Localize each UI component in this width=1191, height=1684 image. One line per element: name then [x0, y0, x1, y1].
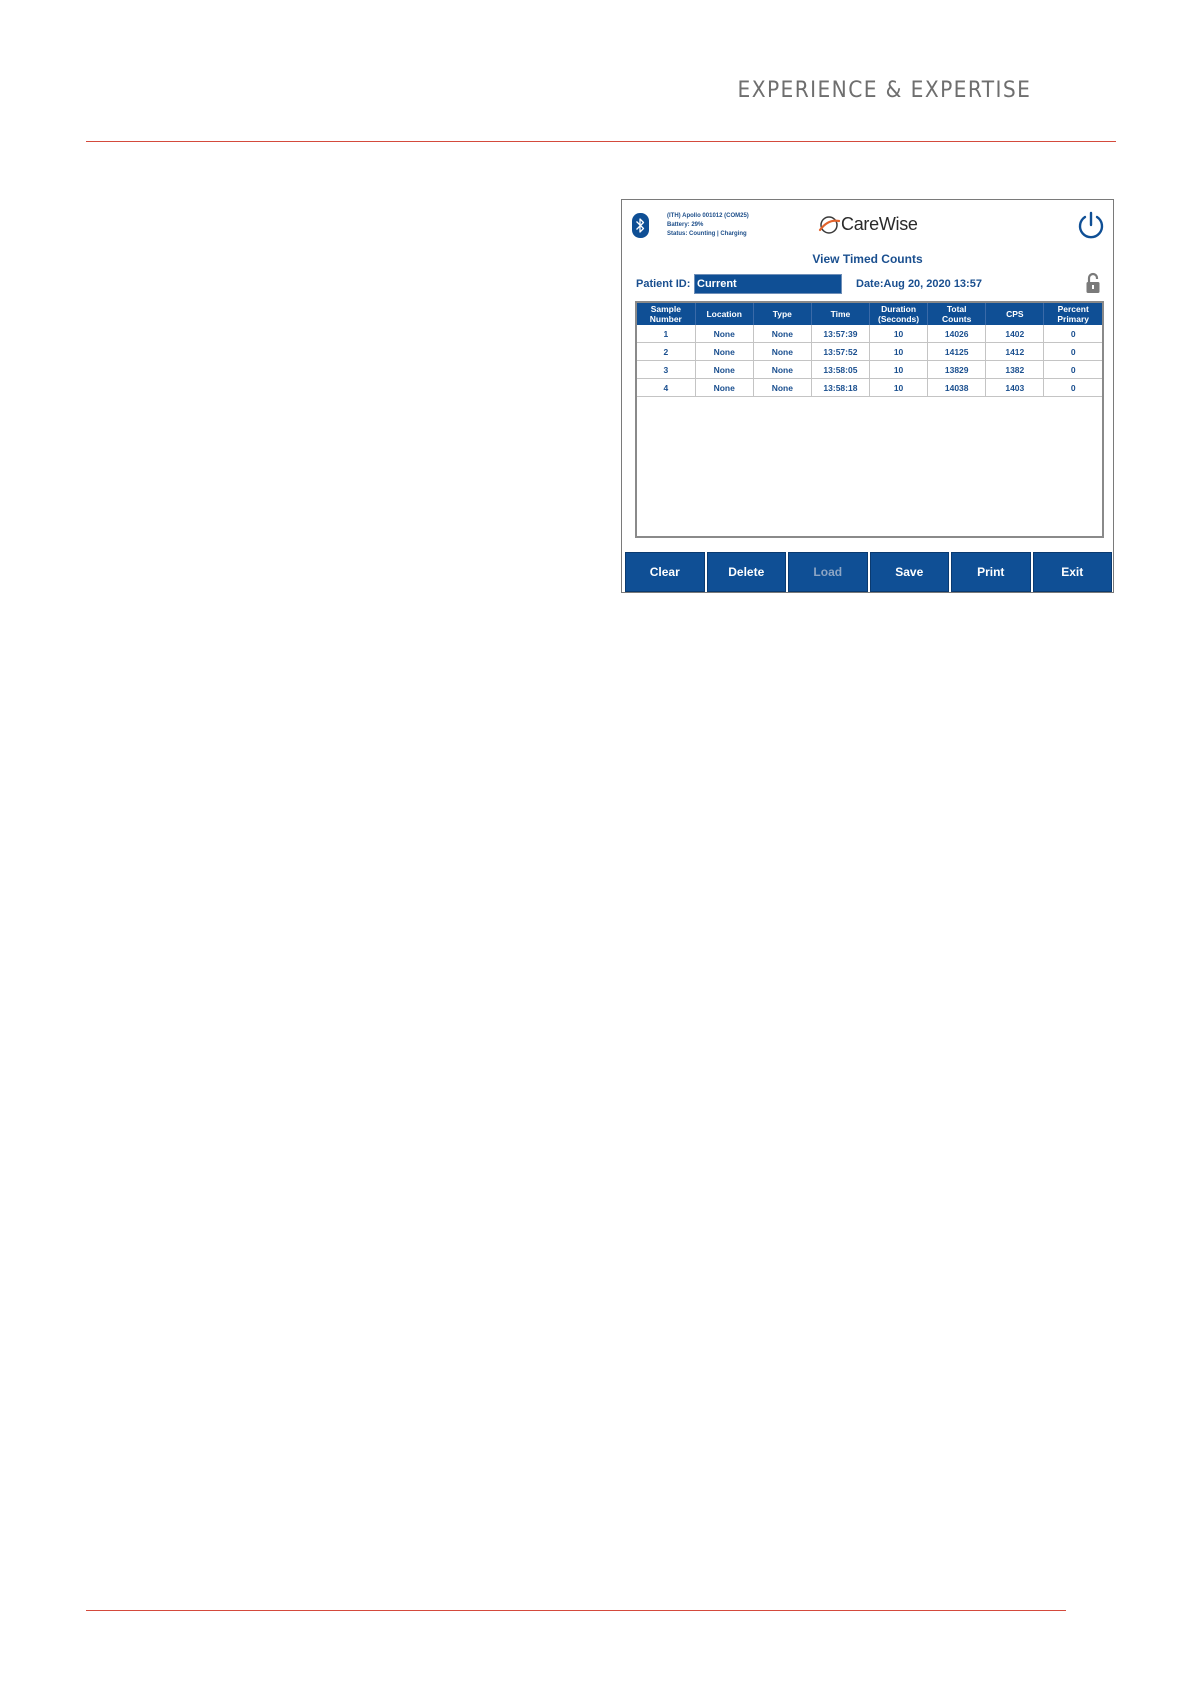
table-cell: 13:57:39	[811, 325, 871, 343]
table-cell: 4	[637, 378, 696, 397]
table-cell: 0	[1043, 325, 1102, 343]
table-cell: None	[753, 342, 812, 361]
table-row[interactable]: 2 None None 13:57:52 10 14125 1412 0	[637, 342, 1102, 361]
table-cell: 2	[637, 342, 696, 361]
table-cell: 13829	[927, 360, 987, 379]
table-cell: None	[695, 325, 754, 343]
table-cell: None	[695, 342, 754, 361]
header-divider	[86, 141, 1116, 142]
table-header-row: Sample Number Location Type Time Duration…	[637, 303, 1102, 325]
column-header[interactable]: Duration (Seconds)	[869, 303, 929, 325]
table-cell: 10	[869, 360, 929, 379]
column-header[interactable]: Type	[753, 303, 812, 325]
table-cell: 1402	[985, 325, 1045, 343]
screen-title: View Timed Counts	[812, 252, 923, 266]
column-header[interactable]: Sample Number	[637, 303, 696, 325]
bluetooth-icon[interactable]	[632, 213, 649, 238]
status-text: Status: Counting | Charging	[667, 231, 747, 237]
unlock-icon[interactable]	[1085, 272, 1101, 294]
table-cell: 13:58:18	[811, 378, 871, 397]
table-cell: 3	[637, 360, 696, 379]
delete-button[interactable]: Delete	[706, 552, 786, 592]
footer-divider	[86, 1610, 1066, 1611]
date-display: Date:Aug 20, 2020 13:57	[856, 278, 982, 290]
table-row[interactable]: 3 None None 13:58:05 10 13829 1382 0	[637, 360, 1102, 379]
table-cell: 10	[869, 378, 929, 397]
column-header[interactable]: Total Counts	[927, 303, 987, 325]
bluetooth-glyph	[636, 218, 645, 233]
table-cell: None	[695, 360, 754, 379]
device-status: (ITH) Apollo 001012 (COM25) Battery: 29%…	[667, 212, 749, 239]
exit-button[interactable]: Exit	[1032, 552, 1112, 592]
carewise-logo-icon	[818, 215, 840, 234]
table-row[interactable]: 4 None None 13:58:18 10 14038 1403 0	[637, 378, 1102, 397]
page-header-title: EXPERIENCE & EXPERTISE	[737, 78, 1031, 103]
load-button[interactable]: Load	[788, 552, 868, 592]
table-cell: None	[753, 378, 812, 397]
table-cell: 1382	[985, 360, 1045, 379]
brand-name: CareWise	[841, 214, 918, 234]
table-cell: 1403	[985, 378, 1045, 397]
table-cell: 14038	[927, 378, 987, 397]
table-cell: None	[695, 378, 754, 397]
patient-id-field[interactable]: Current	[694, 274, 842, 294]
print-button[interactable]: Print	[951, 552, 1031, 592]
column-header[interactable]: Percent Primary	[1043, 303, 1102, 325]
patient-id-label: Patient ID:	[636, 278, 691, 290]
table-cell: 10	[869, 342, 929, 361]
table-cell: 14026	[927, 325, 987, 343]
table-cell: None	[753, 325, 812, 343]
carewise-app-window: (ITH) Apollo 001012 (COM25) Battery: 29%…	[621, 199, 1114, 593]
table-cell: 14125	[927, 342, 987, 361]
carewise-logo: CareWise	[818, 214, 918, 235]
battery-text: Battery: 29%	[667, 222, 704, 228]
save-button[interactable]: Save	[869, 552, 949, 592]
table-row[interactable]: 1 None None 13:57:39 10 14026 1402 0	[637, 325, 1102, 343]
timed-counts-table: Sample Number Location Type Time Duration…	[635, 301, 1104, 538]
table-cell: 13:58:05	[811, 360, 871, 379]
power-icon[interactable]	[1075, 210, 1107, 242]
column-header[interactable]: Location	[695, 303, 754, 325]
device-id-text: (ITH) Apollo 001012 (COM25)	[667, 213, 749, 219]
table-cell: 1	[637, 325, 696, 343]
column-header[interactable]: CPS	[985, 303, 1045, 325]
action-button-bar: Clear Delete Load Save Print Exit	[625, 552, 1112, 592]
column-header[interactable]: Time	[811, 303, 871, 325]
table-cell: 0	[1043, 378, 1102, 397]
table-cell: 10	[869, 325, 929, 343]
table-cell: 0	[1043, 342, 1102, 361]
table-cell: None	[753, 360, 812, 379]
table-cell: 13:57:52	[811, 342, 871, 361]
table-cell: 0	[1043, 360, 1102, 379]
clear-button[interactable]: Clear	[625, 552, 705, 592]
table-cell: 1412	[985, 342, 1045, 361]
